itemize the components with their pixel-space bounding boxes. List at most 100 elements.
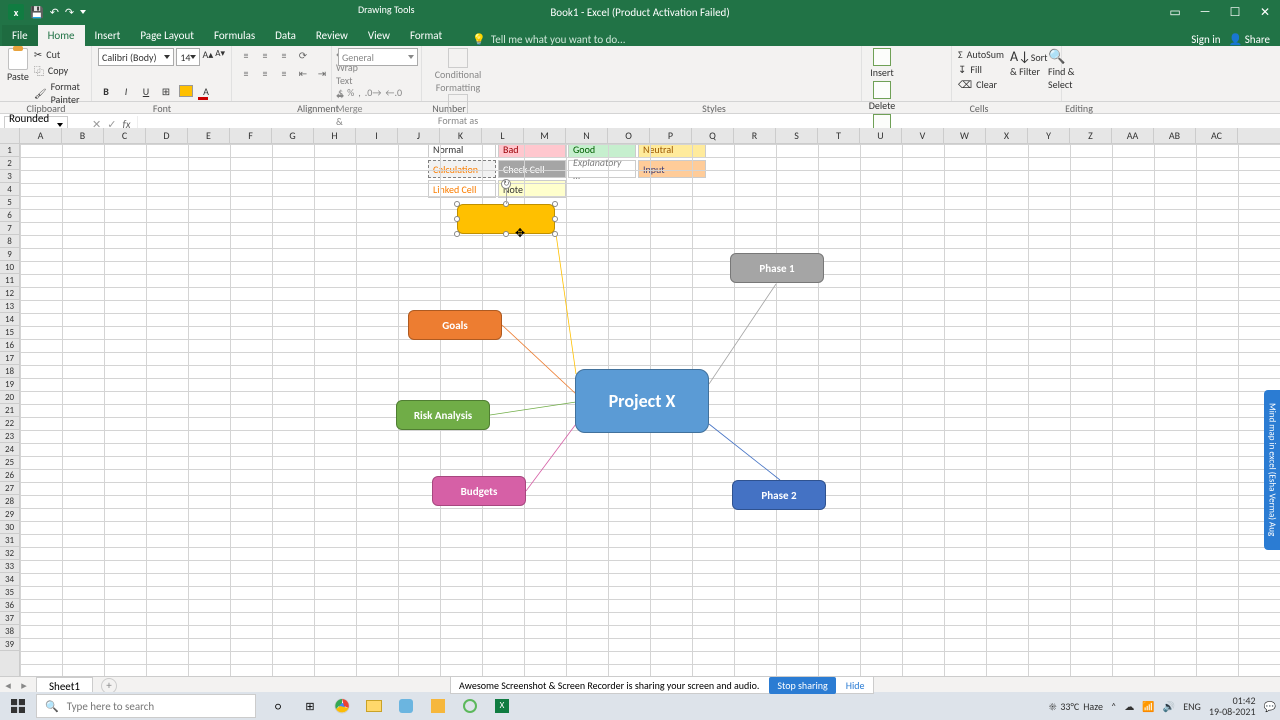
fill-button[interactable]: ↧Fill [958,63,1004,76]
row-header[interactable]: 9 [0,248,19,261]
column-header[interactable]: F [230,128,272,143]
column-header[interactable]: I [356,128,398,143]
notifications-icon[interactable]: 💬 [1264,700,1276,713]
row-header[interactable]: 25 [0,456,19,469]
row-header[interactable]: 27 [0,482,19,495]
increase-font-icon[interactable]: A▴ [202,48,213,66]
resize-handle[interactable] [454,231,460,237]
orientation-icon[interactable]: ⟳ [295,48,311,62]
wifi-icon[interactable]: 📶 [1142,700,1154,713]
row-header[interactable]: 23 [0,430,19,443]
column-header[interactable]: M [524,128,566,143]
column-header[interactable]: D [146,128,188,143]
row-header[interactable]: 4 [0,183,19,196]
row-header[interactable]: 34 [0,573,19,586]
font-size-dropdown[interactable]: 14 [176,48,200,66]
close-button[interactable]: ✕ [1250,0,1280,24]
shape-selected[interactable] [457,204,555,234]
column-header[interactable]: J [398,128,440,143]
column-header[interactable]: T [818,128,860,143]
underline-button[interactable]: U [138,83,154,99]
column-header[interactable]: AB [1154,128,1196,143]
decrease-indent-icon[interactable]: ⇤ [295,66,311,80]
row-header[interactable]: 39 [0,638,19,651]
tab-page-layout[interactable]: Page Layout [130,25,204,46]
maximize-button[interactable]: ☐ [1220,0,1250,24]
tell-me-search[interactable]: 💡 Tell me what you want to do... [472,33,625,46]
copy-button[interactable]: ⿻Copy [34,63,85,78]
row-header[interactable]: 30 [0,521,19,534]
start-button[interactable] [0,692,36,720]
weather-widget[interactable]: ☀ 33°C Haze [1049,700,1103,713]
accounting-icon[interactable]: $ [338,86,343,99]
row-header[interactable]: 24 [0,443,19,456]
row-header[interactable]: 33 [0,560,19,573]
row-header[interactable]: 38 [0,625,19,638]
insert-cells-button[interactable]: Insert [868,48,896,79]
align-middle-icon[interactable]: ≡ [257,48,273,62]
tab-format[interactable]: Format [400,25,452,46]
row-header[interactable]: 31 [0,534,19,547]
column-header[interactable]: G [272,128,314,143]
align-bottom-icon[interactable]: ≡ [276,48,292,62]
qat-customize-icon[interactable] [80,10,86,14]
row-header[interactable]: 36 [0,599,19,612]
conditional-formatting-button[interactable]: Conditional Formatting [428,48,488,94]
row-header[interactable]: 17 [0,352,19,365]
autosum-button[interactable]: ΣAutoSum [958,48,1004,61]
tab-view[interactable]: View [358,25,400,46]
column-header[interactable]: L [482,128,524,143]
worksheet-grid[interactable]: ABCDEFGHIJKLMNOPQRSTUVWXYZAAABAC 1234567… [0,128,1280,680]
volume-icon[interactable]: 🔊 [1163,700,1175,713]
column-header[interactable]: K [440,128,482,143]
cut-button[interactable]: ✂Cut [34,48,85,61]
row-header[interactable]: 3 [0,170,19,183]
cortana-icon[interactable]: ○ [264,692,292,720]
row-header[interactable]: 6 [0,209,19,222]
row-header[interactable]: 8 [0,235,19,248]
row-header[interactable]: 5 [0,196,19,209]
hide-sharing-bar-button[interactable]: Hide [846,679,865,692]
tab-home[interactable]: Home [38,25,85,46]
column-header[interactable]: P [650,128,692,143]
column-header[interactable]: Q [692,128,734,143]
app-icon[interactable] [392,692,420,720]
rotation-handle[interactable] [501,179,511,189]
column-header[interactable]: AC [1196,128,1238,143]
bold-button[interactable]: B [98,83,114,99]
column-header[interactable]: H [314,128,356,143]
column-header[interactable]: N [566,128,608,143]
row-header[interactable]: 22 [0,417,19,430]
percent-icon[interactable]: % [347,86,354,99]
clear-button[interactable]: ⌫Clear [958,78,1004,91]
sheet-nav-prev[interactable]: ◂ [0,679,16,692]
align-center-icon[interactable]: ≡ [257,66,273,80]
language-indicator[interactable]: ENG [1183,700,1201,713]
resize-handle[interactable] [454,216,460,222]
row-header[interactable]: 32 [0,547,19,560]
sign-in-link[interactable]: Sign in [1191,33,1220,46]
row-header[interactable]: 10 [0,261,19,274]
redo-icon[interactable]: ↷ [65,6,74,19]
row-header[interactable]: 20 [0,391,19,404]
resize-handle[interactable] [454,201,460,207]
excel-taskbar-icon[interactable]: X [488,692,516,720]
file-explorer-icon[interactable] [360,692,388,720]
save-icon[interactable]: 💾 [30,6,44,19]
column-header[interactable]: C [104,128,146,143]
row-header[interactable]: 28 [0,495,19,508]
comma-icon[interactable]: , [358,86,361,99]
tab-insert[interactable]: Insert [85,25,131,46]
resize-handle[interactable] [552,201,558,207]
row-header[interactable]: 2 [0,157,19,170]
chrome-icon[interactable] [328,692,356,720]
tray-chevron-icon[interactable]: ˄ [1111,700,1116,713]
increase-indent-icon[interactable]: ⇥ [314,66,330,80]
row-header[interactable]: 29 [0,508,19,521]
column-header[interactable]: W [944,128,986,143]
decrease-decimal-icon[interactable]: ←.0 [385,86,402,99]
delete-cells-button[interactable]: Delete [868,81,896,112]
align-top-icon[interactable]: ≡ [238,48,254,62]
column-header[interactable]: B [62,128,104,143]
task-view-icon[interactable]: ⊞ [296,692,324,720]
